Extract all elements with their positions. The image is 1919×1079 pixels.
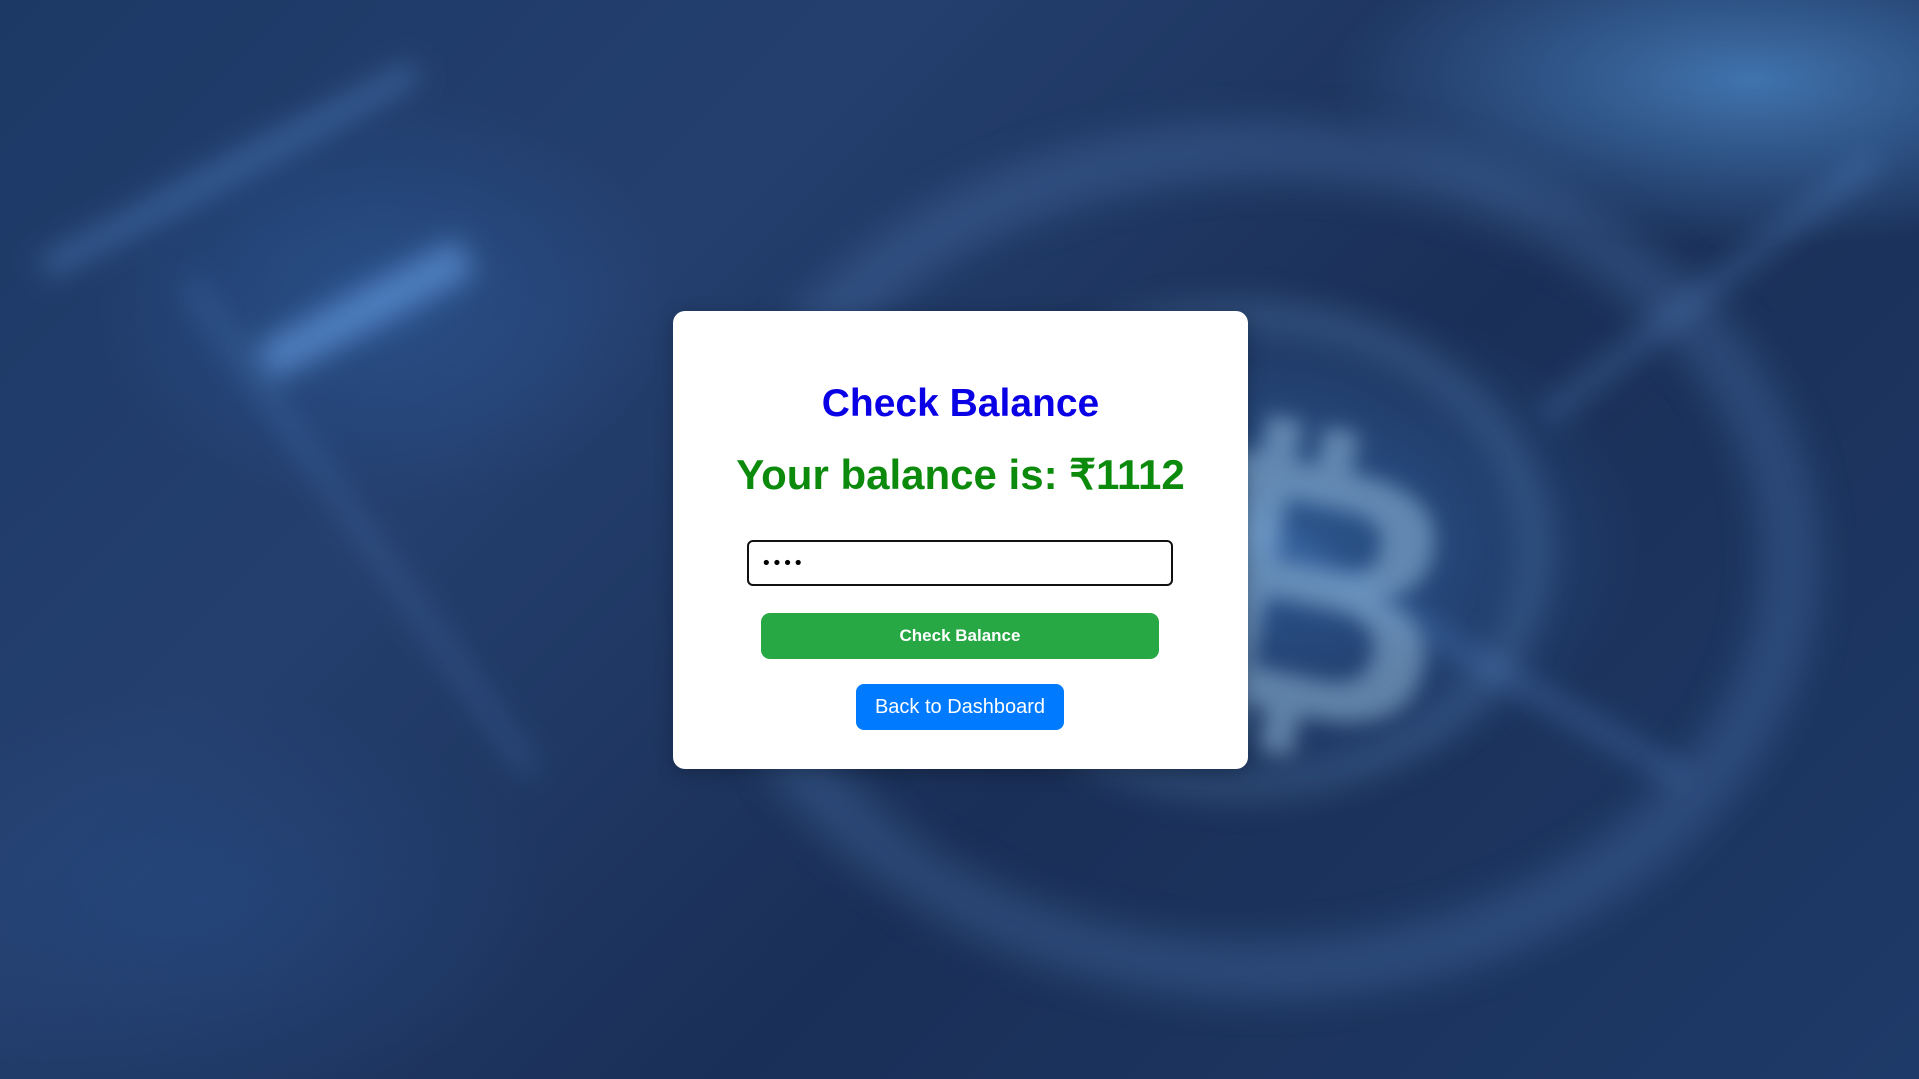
pin-input[interactable]	[747, 540, 1173, 586]
balance-message: Your balance is: ₹1112	[736, 451, 1185, 498]
background-circuit-bar	[254, 238, 476, 382]
background-circuit-bar	[39, 62, 421, 278]
back-to-dashboard-button[interactable]: Back to Dashboard	[856, 684, 1064, 730]
check-balance-button[interactable]: Check Balance	[761, 613, 1159, 659]
check-balance-card: Check Balance Your balance is: ₹1112 Che…	[673, 311, 1248, 769]
background-circuit-bar	[182, 277, 538, 777]
page-title: Check Balance	[821, 382, 1100, 425]
